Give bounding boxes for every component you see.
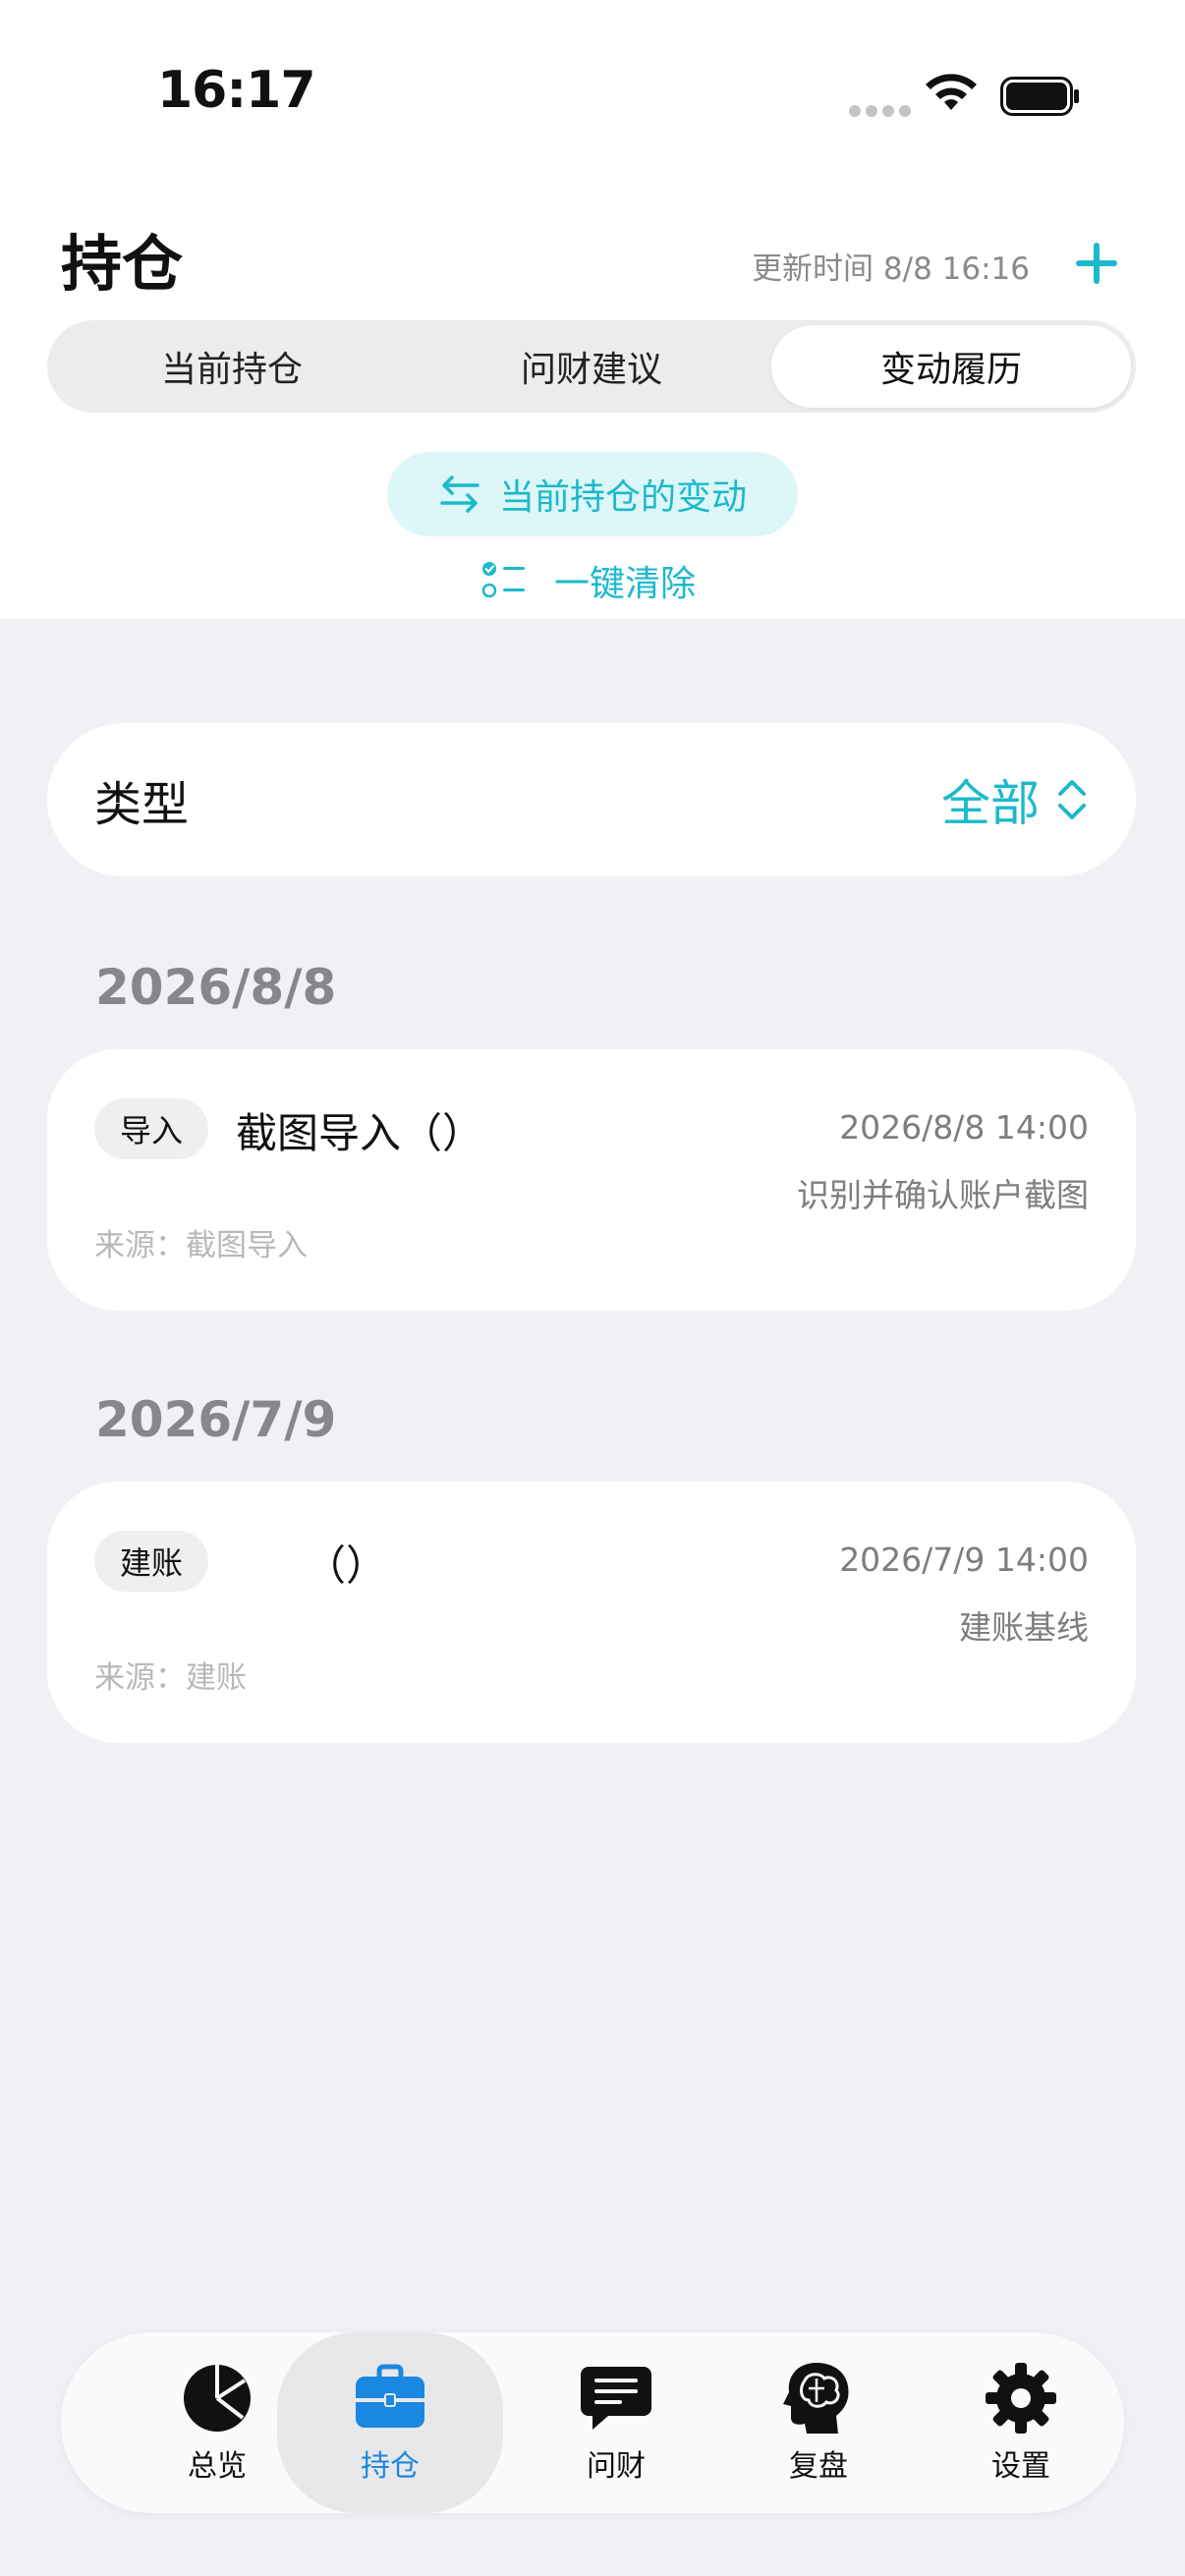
update-time: 更新时间 8/8 16:16	[752, 252, 1030, 287]
date-header: 2026/8/8	[95, 959, 337, 1016]
tab-holdings[interactable]: 持仓	[277, 2332, 503, 2513]
tab-wencai-label: 问财	[587, 2449, 646, 2484]
page-title: 持仓	[61, 228, 184, 300]
type-filter-label: 类型	[94, 777, 190, 832]
chat-bubble-icon	[581, 2367, 651, 2430]
record-time: 2026/8/8 14:00	[839, 1108, 1089, 1147]
date-header: 2026/7/9	[95, 1391, 337, 1448]
history-record-card[interactable]: 导入 截图导入（） 2026/8/8 14:00 识别并确认账户截图 来源：截图…	[47, 1049, 1136, 1311]
cellular-signal-icon	[849, 102, 916, 121]
record-description: 识别并确认账户截图	[797, 1176, 1089, 1214]
record-title: 截图导入（）	[236, 1109, 484, 1157]
record-type-tag: 导入	[94, 1098, 209, 1159]
tab-review[interactable]: 复盘	[717, 2332, 920, 2513]
current-holdings-changes-button[interactable]: 当前持仓的变动	[387, 452, 798, 536]
tab-bar: 总览 持仓 问财 复盘 设置	[61, 2332, 1124, 2513]
record-description: 建账基线	[959, 1608, 1089, 1647]
brain-head-icon	[783, 2363, 849, 2434]
record-type-tag: 建账	[94, 1531, 209, 1592]
status-bar-time: 16:17	[157, 61, 316, 120]
history-record-card[interactable]: 建账 （） 2026/7/9 14:00 建账基线 来源：建账	[47, 1482, 1136, 1743]
record-time: 2026/7/9 14:00	[839, 1540, 1089, 1579]
type-filter[interactable]: 类型 全部	[47, 723, 1136, 876]
type-filter-value: 全部	[941, 764, 1089, 835]
tab-holdings-label: 持仓	[361, 2449, 420, 2484]
segment-current-holdings[interactable]: 当前持仓	[52, 325, 412, 408]
wifi-icon	[926, 74, 977, 110]
segment-change-history[interactable]: 变动履历	[771, 325, 1131, 408]
briefcase-icon	[356, 2364, 424, 2428]
top-area: 16:17 持仓 更新时间 8/8 16:16 当前持仓 问财建议 变动履历 当…	[0, 0, 1185, 619]
swap-arrows-icon	[440, 476, 480, 513]
chevron-up-down-icon	[1058, 780, 1086, 819]
tab-settings[interactable]: 设置	[920, 2332, 1122, 2513]
segment-wencai-advice[interactable]: 问财建议	[412, 325, 771, 408]
clear-all-button[interactable]: 一键清除	[481, 556, 696, 605]
checklist-icon	[481, 562, 525, 598]
record-source: 来源：截图导入	[94, 1228, 308, 1263]
segmented-control: 当前持仓 问财建议 变动履历	[47, 320, 1136, 413]
record-source: 来源：建账	[94, 1660, 247, 1696]
pie-chart-icon	[184, 2365, 251, 2432]
tab-overview-label: 总览	[188, 2449, 247, 2484]
record-title: （）	[305, 1541, 388, 1590]
battery-icon	[1000, 77, 1079, 116]
tab-settings-label: 设置	[991, 2449, 1050, 2484]
tab-wencai[interactable]: 问财	[515, 2332, 717, 2513]
type-filter-selected: 全部	[941, 775, 1040, 832]
changes-label: 当前持仓的变动	[498, 477, 747, 518]
add-button[interactable]	[1073, 240, 1120, 287]
tab-review-label: 复盘	[789, 2449, 848, 2484]
clear-all-label: 一键清除	[554, 564, 697, 604]
gear-icon	[986, 2363, 1056, 2434]
